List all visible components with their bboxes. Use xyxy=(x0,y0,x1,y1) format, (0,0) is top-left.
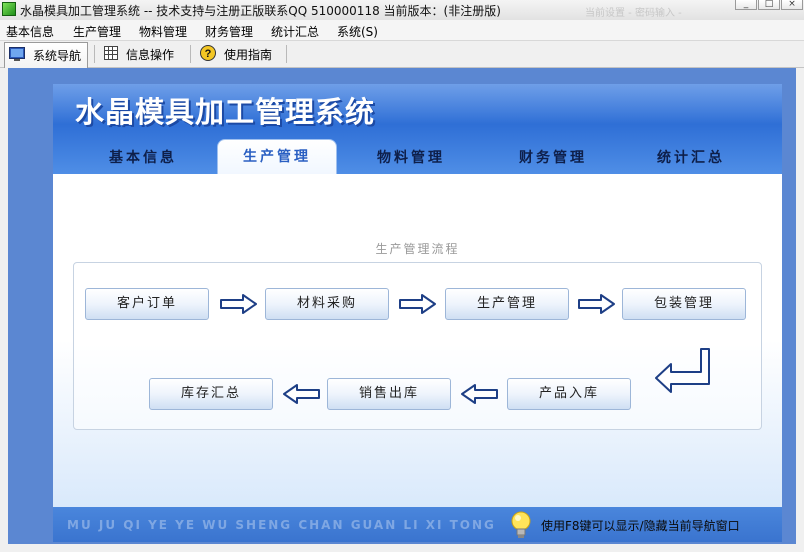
menu-basic-info[interactable]: 基本信息 xyxy=(6,23,54,40)
arrow-left-icon xyxy=(461,384,498,404)
arrow-left-icon xyxy=(283,384,320,404)
window-ghost-text: 当前设置 - 密码输入 - xyxy=(585,8,682,19)
footer-pinyin: MU JU QI YE YE WU SHENG CHAN GUAN LI XI … xyxy=(67,518,496,532)
minimize-button[interactable]: _ xyxy=(735,0,757,10)
menu-finance[interactable]: 财务管理 xyxy=(205,23,253,40)
restore-button[interactable]: □ xyxy=(758,0,780,10)
step-production[interactable]: 生产管理 xyxy=(445,288,569,320)
window-title: 水晶模具加工管理系统 -- 技术支持与注册正版联系QQ 510000118 当前… xyxy=(20,4,501,18)
arrow-return-icon xyxy=(655,348,710,393)
arrow-right-icon xyxy=(578,294,615,314)
monitor-icon xyxy=(9,47,25,64)
menu-bar: 基本信息 生产管理 物料管理 财务管理 统计汇总 系统(S) xyxy=(0,20,804,41)
menu-system[interactable]: 系统(S) xyxy=(337,23,378,40)
toolbar-divider xyxy=(190,45,191,63)
step-material-purchase[interactable]: 材料采购 xyxy=(265,288,389,320)
tool-info-ops[interactable]: 信息操作 xyxy=(100,42,186,66)
footer-hint: 使用F8键可以显示/隐藏当前导航窗口 xyxy=(541,519,740,533)
tab-statistics[interactable]: 统计汇总 xyxy=(631,142,751,174)
tool-system-nav[interactable]: 系统导航 xyxy=(4,42,88,68)
arrow-right-icon xyxy=(399,294,436,314)
footer-bar: MU JU QI YE YE WU SHENG CHAN GUAN LI XI … xyxy=(53,507,782,542)
step-sales-outbound[interactable]: 销售出库 xyxy=(327,378,451,410)
app-title: 水晶模具加工管理系统 xyxy=(75,95,376,129)
flow-content: 生产管理流程 客户订单 材料采购 生产管理 包装管理 库存汇总 销售出库 产品入… xyxy=(53,174,782,507)
header-banner: 水晶模具加工管理系统 基本信息 生产管理 物料管理 财务管理 统计汇总 xyxy=(53,84,782,174)
tool-user-guide[interactable]: ? 使用指南 xyxy=(196,42,282,66)
grid-icon xyxy=(104,45,118,63)
navigation-panel: 水晶模具加工管理系统 基本信息 生产管理 物料管理 财务管理 统计汇总 生产管理… xyxy=(53,84,782,542)
toolbar: 系统导航 信息操作 ? 使用指南 xyxy=(0,41,804,68)
flow-title: 生产管理流程 xyxy=(375,242,460,256)
app-icon xyxy=(2,2,16,16)
toolbar-divider xyxy=(286,45,287,63)
lightbulb-icon xyxy=(511,511,531,538)
tool-system-nav-label: 系统导航 xyxy=(33,49,82,63)
close-button[interactable]: × xyxy=(781,0,803,10)
help-icon: ? xyxy=(200,44,216,64)
tool-user-guide-label: 使用指南 xyxy=(224,47,273,62)
step-inventory-summary[interactable]: 库存汇总 xyxy=(149,378,273,410)
menu-production[interactable]: 生产管理 xyxy=(73,23,121,40)
svg-text:?: ? xyxy=(205,48,212,60)
arrow-right-icon xyxy=(220,294,257,314)
step-product-inbound[interactable]: 产品入库 xyxy=(507,378,631,410)
tab-materials[interactable]: 物料管理 xyxy=(351,142,471,174)
tool-info-ops-label: 信息操作 xyxy=(126,47,175,62)
menu-statistics[interactable]: 统计汇总 xyxy=(271,23,319,40)
menu-materials[interactable]: 物料管理 xyxy=(139,23,187,40)
step-packaging[interactable]: 包装管理 xyxy=(622,288,746,320)
tab-finance[interactable]: 财务管理 xyxy=(493,142,613,174)
tab-production[interactable]: 生产管理 xyxy=(217,139,337,174)
tab-basic-info[interactable]: 基本信息 xyxy=(83,142,203,174)
step-customer-order[interactable]: 客户订单 xyxy=(85,288,209,320)
title-bar: 水晶模具加工管理系统 -- 技术支持与注册正版联系QQ 510000118 当前… xyxy=(0,0,804,21)
toolbar-divider xyxy=(94,45,95,63)
